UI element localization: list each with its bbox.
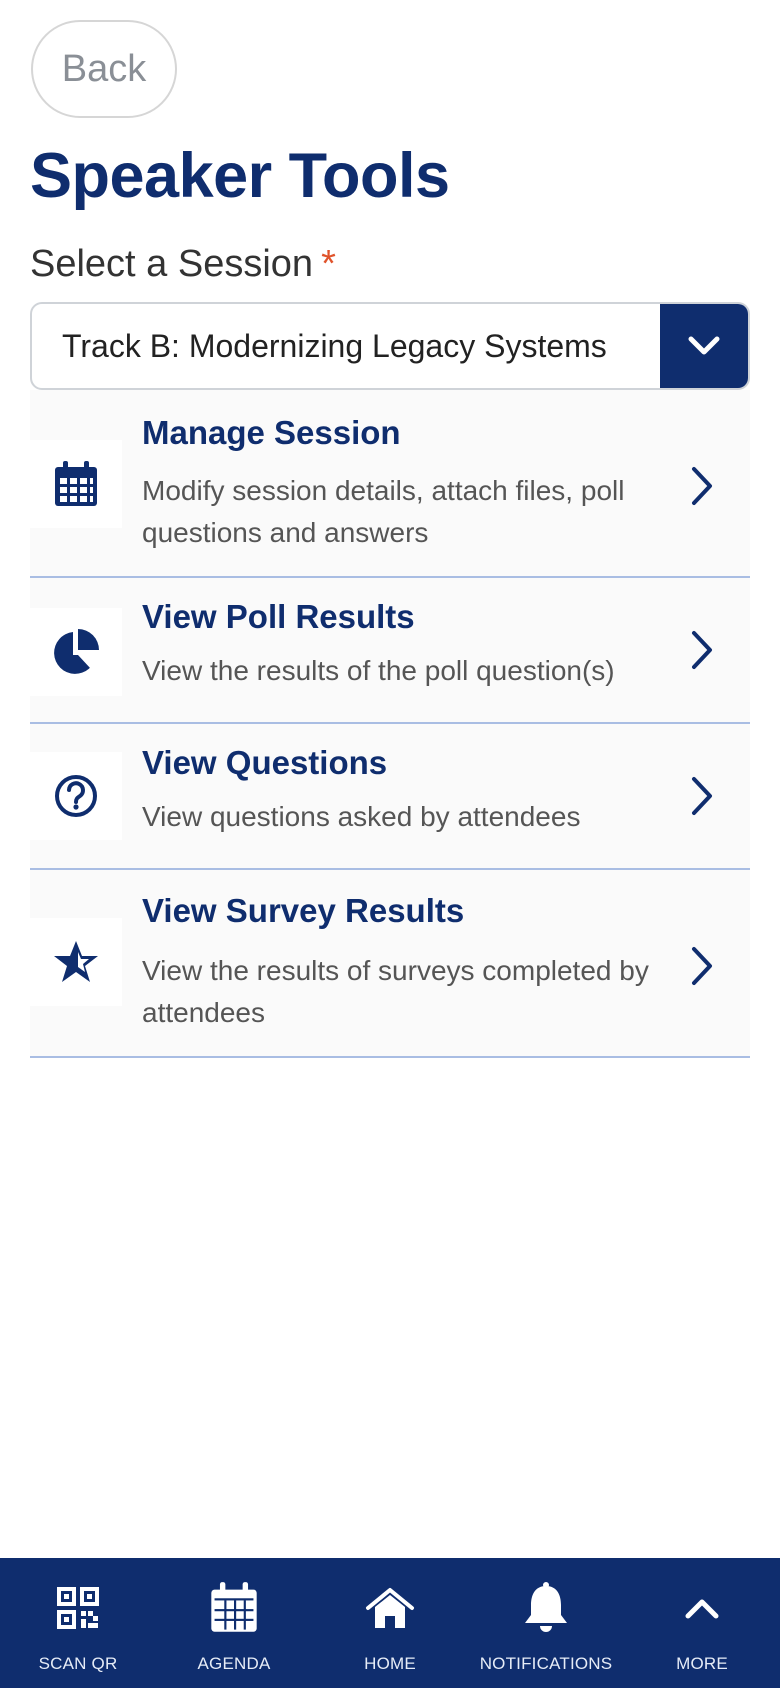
menu-item-manage-session[interactable]: Manage Session Modify session details, a… [30,390,750,578]
nav-item-more[interactable]: MORE [624,1558,780,1688]
required-marker: * [321,243,336,285]
session-select-label-text: Select a Session [30,243,314,285]
menu-item-description: View the results of the poll question(s) [142,655,615,686]
session-select-toggle[interactable] [660,304,748,388]
bottom-nav: SCAN QR AGENDA HOME NOTIFICATIONS MORE [0,1558,780,1688]
nav-item-home[interactable]: HOME [312,1558,468,1688]
page-title: Speaker Tools [30,141,450,211]
nav-item-scan-qr[interactable]: SCAN QR [0,1558,156,1688]
chevron-right-icon [682,628,722,672]
chevron-down-icon [688,336,720,355]
back-button[interactable]: Back [31,20,177,118]
menu-item-view-questions[interactable]: View Questions View questions asked by a… [30,724,750,870]
nav-label: AGENDA [197,1654,271,1673]
menu-item-description: View the results of surveys completed by… [142,955,649,1028]
calendar-icon [208,1580,260,1636]
chevron-right-icon [682,774,722,818]
question-circle-icon [30,752,122,840]
session-select[interactable]: Track B: Modernizing Legacy Systems [30,302,750,390]
menu-item-title: View Questions [142,744,388,781]
nav-label: MORE [676,1654,728,1673]
menu-item-view-survey-results[interactable]: View Survey Results View the results of … [30,870,750,1058]
star-icon [30,918,122,1006]
nav-item-agenda[interactable]: AGENDA [156,1558,312,1688]
menu-item-description: View questions asked by attendees [142,801,581,832]
nav-label: SCAN QR [38,1654,118,1673]
chevron-right-icon [682,944,722,988]
nav-label: NOTIFICATIONS [479,1654,613,1673]
qr-code-icon [56,1580,100,1636]
menu-item-title: Manage Session [142,414,401,451]
pie-chart-icon [30,608,122,696]
menu-item-description: Modify session details, attach files, po… [142,475,625,548]
speaker-tools-menu: Manage Session Modify session details, a… [30,390,750,1058]
home-icon [365,1580,415,1636]
bell-icon [521,1580,571,1636]
nav-label: HOME [364,1654,416,1673]
menu-item-title: View Poll Results [142,598,415,635]
nav-item-notifications[interactable]: NOTIFICATIONS [468,1558,624,1688]
session-select-value[interactable]: Track B: Modernizing Legacy Systems [32,304,660,388]
chevron-right-icon [682,464,722,508]
menu-item-title: View Survey Results [142,892,465,929]
chevron-up-icon [684,1580,720,1636]
calendar-icon [30,440,122,528]
session-select-label: Select a Session * [30,243,336,286]
menu-item-view-poll-results[interactable]: View Poll Results View the results of th… [30,578,750,724]
